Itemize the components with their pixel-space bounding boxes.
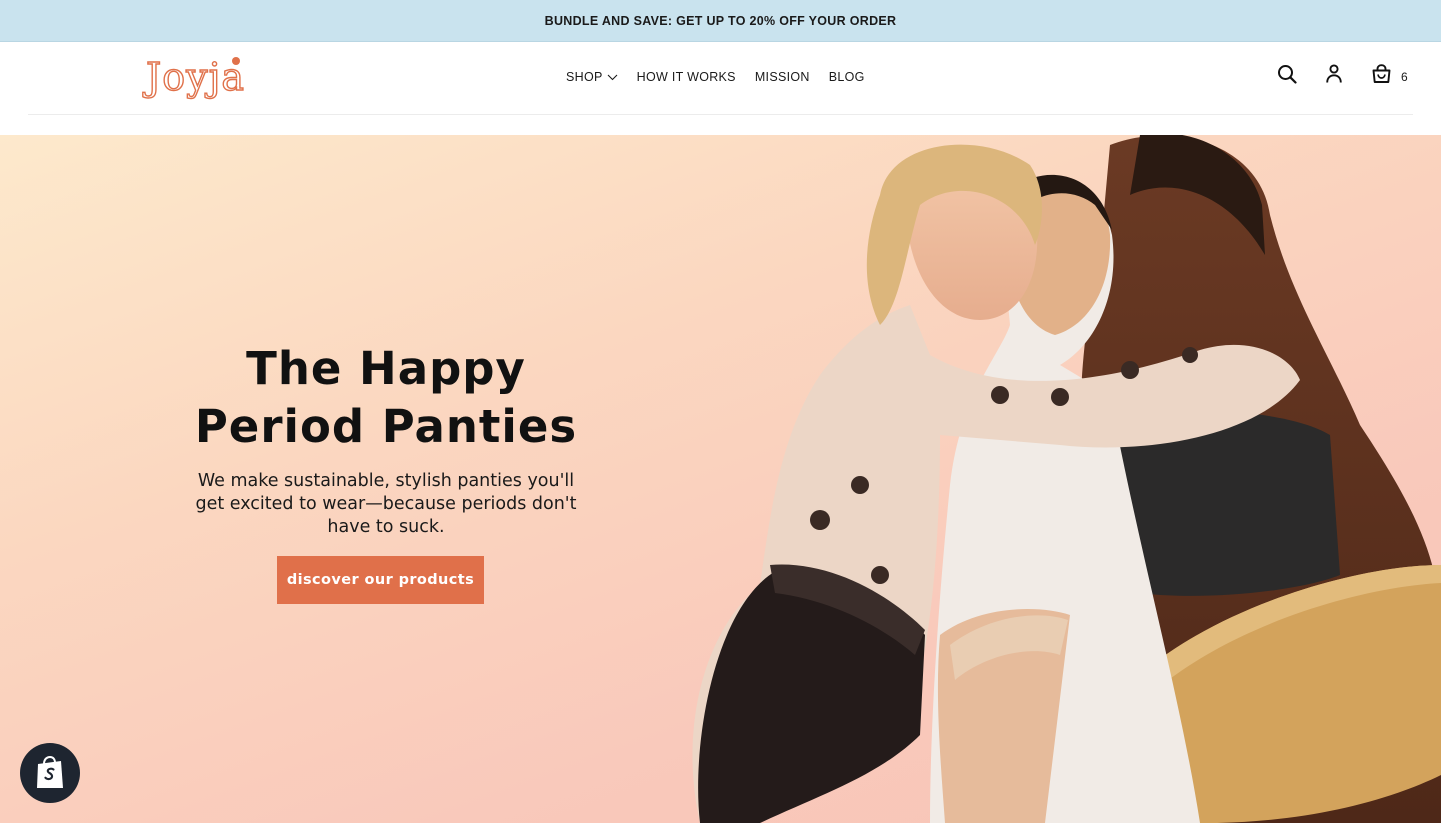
shopify-bag-icon xyxy=(37,755,63,788)
hero-copy: The Happy Period Panties We make sustain… xyxy=(165,340,607,539)
shopify-chat-button[interactable] xyxy=(20,743,80,803)
chevron-down-icon xyxy=(607,74,618,80)
nav-item-how-it-works[interactable]: HOW IT WORKS xyxy=(637,70,736,84)
logo-text: Joyja xyxy=(145,54,246,99)
cart-count: 6 xyxy=(1401,70,1408,84)
cart-icon xyxy=(1372,64,1390,83)
account-button[interactable] xyxy=(1323,63,1345,85)
hero-subtitle: We make sustainable, stylish panties you… xyxy=(195,471,577,537)
nav-item-blog[interactable]: BLOG xyxy=(829,70,865,84)
nav-label-blog: BLOG xyxy=(828,70,865,84)
header-divider xyxy=(28,114,1413,115)
account-icon xyxy=(1326,64,1342,83)
logo-dot xyxy=(232,57,240,65)
nav-label-how-it-works: HOW IT WORKS xyxy=(636,70,736,84)
nav-label-shop: SHOP xyxy=(566,70,603,84)
header-icons: 6 xyxy=(1276,63,1408,85)
hero-banner: The Happy Period Panties We make sustain… xyxy=(0,135,1441,823)
nav-item-shop[interactable]: SHOP xyxy=(566,70,618,84)
nav-label-mission: MISSION xyxy=(754,70,810,84)
search-icon xyxy=(1278,65,1297,84)
main-nav: SHOP HOW IT WORKS MISSION BLOG xyxy=(566,70,865,84)
logo[interactable]: Joyja xyxy=(145,51,246,103)
site-header: Joyja SHOP HOW IT WORKS MISSION BLOG 6 xyxy=(0,42,1441,135)
hero-title: The Happy Period Panties xyxy=(165,340,607,456)
announcement-text: BUNDLE AND SAVE: GET UP TO 20% OFF YOUR … xyxy=(544,13,897,28)
hero-title-line1: The Happy xyxy=(246,342,526,395)
cart-icon-wrap xyxy=(1370,63,1392,85)
discover-products-button[interactable]: discover our products xyxy=(277,556,484,604)
hero-title-line2: Period Panties xyxy=(194,400,578,453)
announcement-bar: BUNDLE AND SAVE: GET UP TO 20% OFF YOUR … xyxy=(0,0,1441,42)
search-button[interactable] xyxy=(1276,63,1298,85)
cart-button[interactable]: 6 xyxy=(1370,63,1408,85)
nav-item-mission[interactable]: MISSION xyxy=(755,70,810,84)
